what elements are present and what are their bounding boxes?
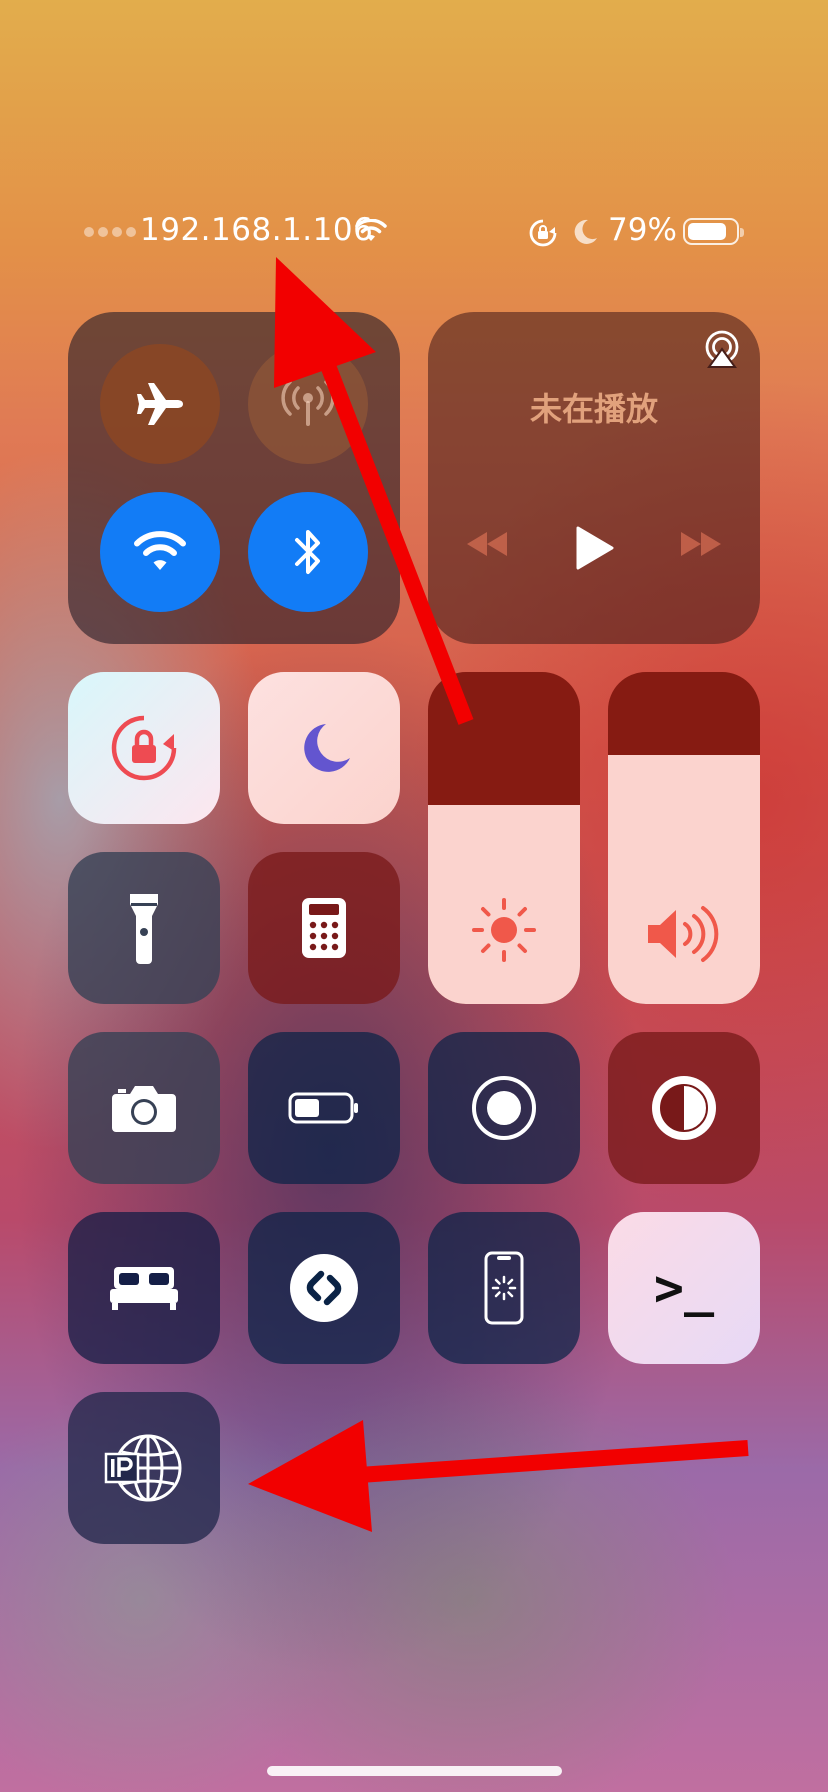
volume-slider[interactable] bbox=[608, 672, 760, 1004]
cellular-antenna-icon bbox=[281, 380, 335, 426]
wifi-button[interactable] bbox=[100, 492, 220, 612]
flashlight-button[interactable] bbox=[68, 852, 220, 1004]
connectivity-panel bbox=[68, 312, 400, 644]
flashlight-icon bbox=[130, 894, 158, 964]
next-track-icon[interactable] bbox=[678, 530, 724, 558]
contrast-icon bbox=[652, 1076, 716, 1140]
previous-track-icon[interactable] bbox=[464, 530, 510, 558]
play-icon[interactable] bbox=[574, 526, 614, 570]
record-icon bbox=[472, 1076, 536, 1140]
speaker-icon bbox=[648, 906, 719, 962]
camera-button[interactable] bbox=[68, 1032, 220, 1184]
phone-loading-icon bbox=[484, 1251, 524, 1325]
shazam-icon bbox=[290, 1254, 358, 1322]
orientation-lock-button[interactable] bbox=[68, 672, 220, 824]
brightness-slider[interactable] bbox=[428, 672, 580, 1004]
orientation-lock-icon bbox=[111, 715, 177, 781]
battery-percent: 79% bbox=[608, 212, 677, 248]
airplane-mode-button[interactable] bbox=[100, 344, 220, 464]
cellular-data-button[interactable] bbox=[248, 344, 368, 464]
calculator-button[interactable] bbox=[248, 852, 400, 1004]
battery-icon bbox=[683, 218, 744, 245]
sleep-button[interactable] bbox=[68, 1212, 220, 1364]
orientation-lock-icon bbox=[529, 219, 557, 247]
bluetooth-icon bbox=[295, 530, 320, 574]
do-not-disturb-button[interactable] bbox=[248, 672, 400, 824]
ip-address-text: 192.168.1.106 bbox=[140, 212, 374, 248]
moon-icon bbox=[574, 219, 597, 244]
ip-globe-icon bbox=[104, 1434, 182, 1502]
low-power-mode-button[interactable] bbox=[248, 1032, 400, 1184]
shazam-button[interactable] bbox=[248, 1212, 400, 1364]
terminal-icon: >_ bbox=[653, 1259, 715, 1317]
moon-icon bbox=[304, 724, 350, 772]
screen-recording-button[interactable] bbox=[428, 1032, 580, 1184]
bluetooth-button[interactable] bbox=[248, 492, 368, 612]
battery-icon bbox=[288, 1092, 358, 1124]
wifi-icon bbox=[355, 219, 387, 241]
now-playing-title: 未在播放 bbox=[529, 390, 658, 428]
camera-icon bbox=[112, 1086, 176, 1132]
airplay-audio-icon[interactable] bbox=[702, 330, 742, 370]
bed-icon bbox=[110, 1267, 178, 1310]
arrow-to-ip-widget bbox=[248, 1420, 749, 1532]
terminal-shortcut-button[interactable]: >_ bbox=[608, 1212, 760, 1364]
screen-app-button[interactable] bbox=[428, 1212, 580, 1364]
calculator-icon bbox=[302, 898, 346, 958]
home-indicator[interactable] bbox=[267, 1766, 562, 1776]
wifi-icon bbox=[134, 531, 186, 570]
volume-level bbox=[608, 755, 760, 1004]
now-playing-panel: 未在播放 bbox=[428, 312, 760, 644]
airplane-icon bbox=[137, 383, 183, 425]
status-bar: 192.168.1.106 79% bbox=[0, 212, 828, 252]
sun-icon bbox=[472, 898, 536, 962]
signal-dots-icon bbox=[84, 227, 136, 237]
dark-mode-button[interactable] bbox=[608, 1032, 760, 1184]
ip-widget-button[interactable] bbox=[68, 1392, 220, 1544]
